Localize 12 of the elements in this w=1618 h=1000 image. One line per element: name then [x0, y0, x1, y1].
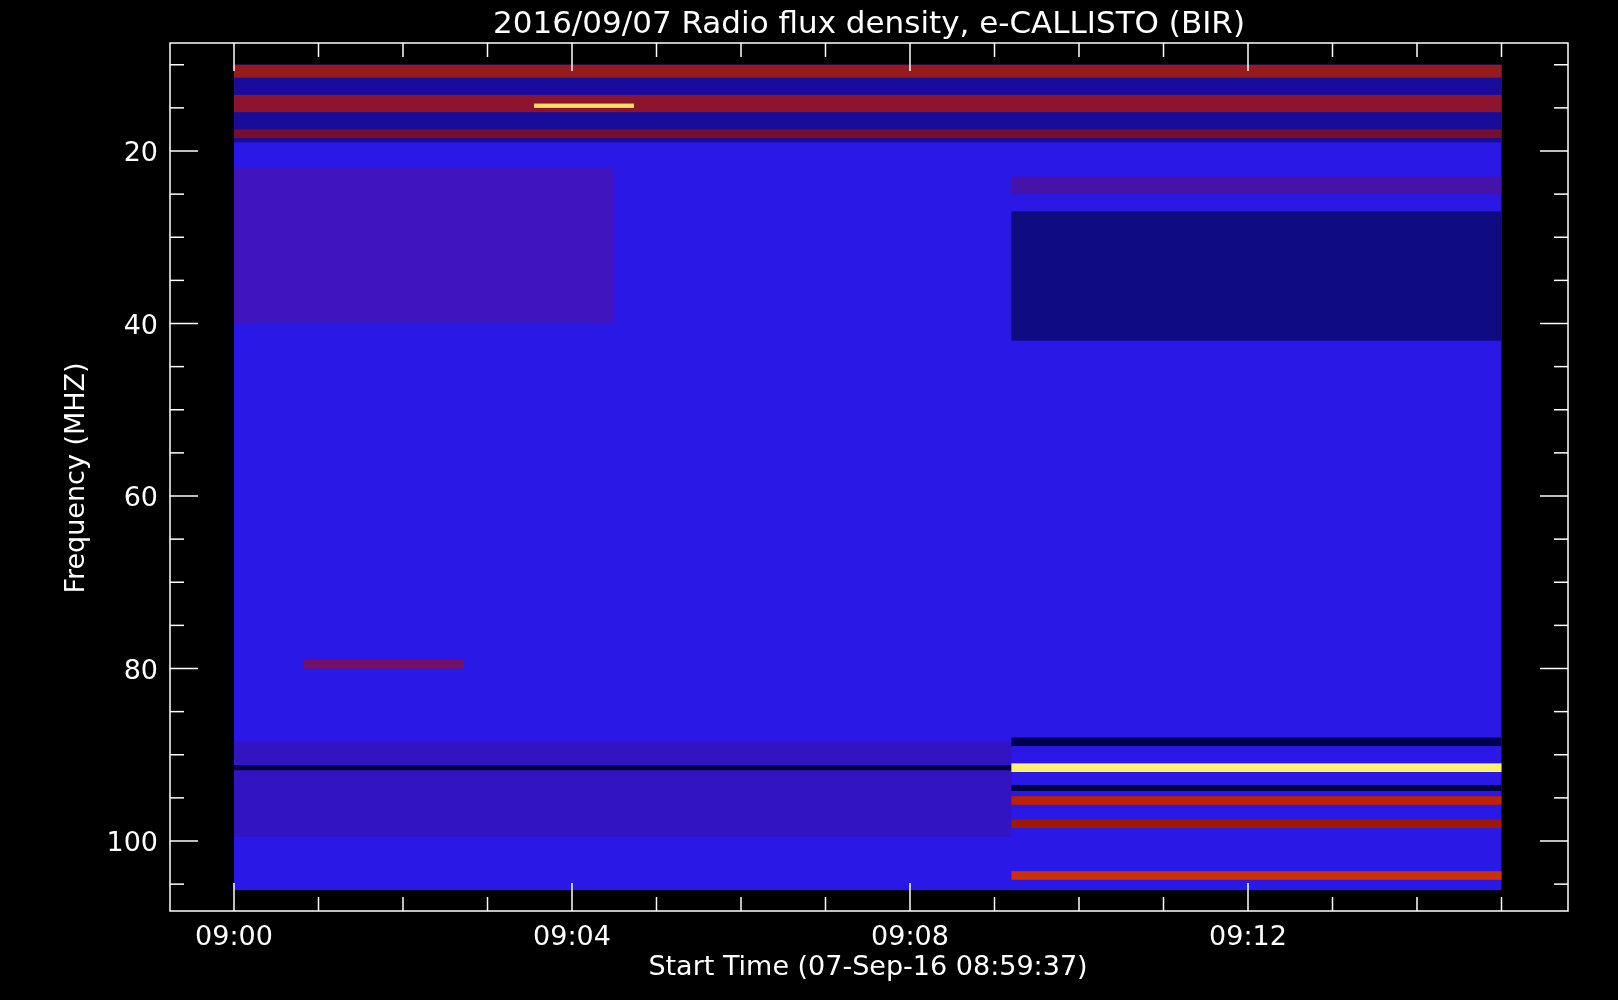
x-tick-label: 09:08 — [871, 920, 949, 951]
plot-title: 2016/09/07 Radio flux density, e-CALLISTO (BIR) — [493, 4, 1245, 40]
x-axis-label: Start Time (07-Sep-16 08:59:37) — [648, 950, 1088, 981]
y-tick-label: 80 — [123, 653, 158, 685]
y-tick-label: 40 — [123, 308, 158, 340]
y-axis-label: Frequency (MHZ) — [59, 362, 90, 594]
y-tick-label: 100 — [106, 826, 158, 857]
x-tick-label: 09:00 — [195, 920, 273, 951]
y-tick-label: 60 — [123, 481, 158, 512]
y-tick-label: 20 — [123, 136, 158, 167]
x-tick-label: 09:04 — [533, 920, 611, 951]
x-tick-label: 09:12 — [1209, 920, 1287, 951]
